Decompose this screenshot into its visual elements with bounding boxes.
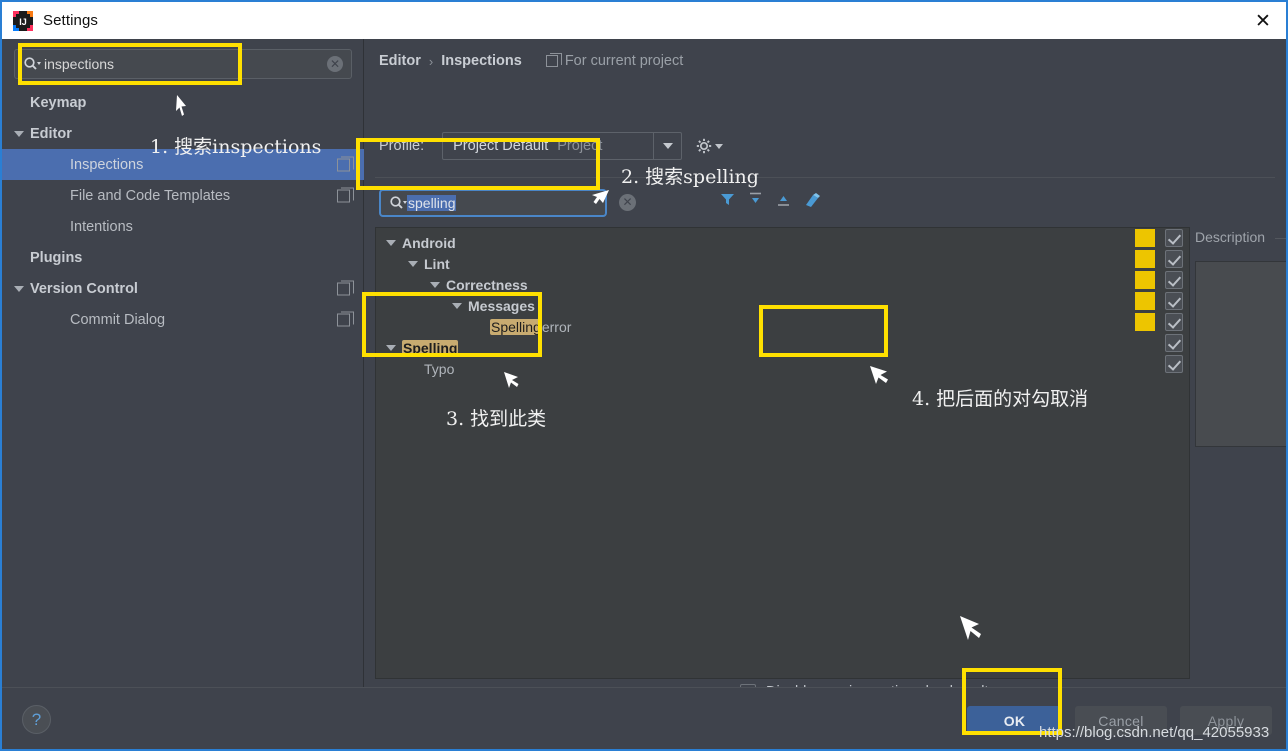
- annotation-box-4: [759, 305, 888, 357]
- sidebar-item-label: Inspections: [70, 156, 144, 173]
- severity-swatch[interactable]: [1135, 271, 1155, 289]
- inspection-filter-bar: spelling ✕: [379, 189, 1274, 219]
- description-content: [1195, 261, 1286, 447]
- chevron-down-icon[interactable]: [408, 260, 418, 267]
- inspection-search-value: spelling: [407, 195, 457, 211]
- cursor-arrow-4: [868, 364, 894, 395]
- inspection-enabled-checkbox[interactable]: [1165, 355, 1183, 373]
- filter-toolbar: [719, 191, 821, 213]
- annotation-step-2: 2. 搜索spelling: [621, 166, 759, 188]
- sidebar-item-label: Commit Dialog: [70, 311, 166, 328]
- breadcrumb: Editor › Inspections For current project: [379, 53, 683, 69]
- annotation-box-2: [356, 138, 600, 190]
- inspection-checkbox-column[interactable]: [1165, 229, 1185, 376]
- sidebar-item-version-control[interactable]: Version Control: [2, 273, 364, 304]
- collapse-all-icon[interactable]: [775, 191, 792, 213]
- severity-swatch[interactable]: [1135, 313, 1155, 331]
- inspection-tree-label: Correctness: [446, 276, 528, 293]
- severity-swatch-column: [1135, 229, 1155, 334]
- sidebar-item-label: Keymap: [30, 94, 87, 111]
- severity-swatch[interactable]: [1135, 292, 1155, 310]
- copy-icon: [337, 156, 354, 171]
- description-panel: Description: [1195, 229, 1286, 449]
- svg-text:IJ: IJ: [19, 17, 27, 27]
- breadcrumb-root[interactable]: Editor: [379, 53, 421, 69]
- inspection-enabled-checkbox[interactable]: [1165, 292, 1183, 310]
- reset-icon[interactable]: [803, 191, 821, 213]
- sidebar-item-plugins[interactable]: Plugins: [2, 242, 364, 273]
- sidebar-item-intentions[interactable]: Intentions: [2, 211, 364, 242]
- inspection-tree-row[interactable]: Lint: [376, 253, 1189, 274]
- copy-icon: [337, 311, 354, 326]
- cursor-arrow-2: [588, 188, 610, 213]
- chevron-down-icon[interactable]: [14, 285, 24, 292]
- gear-icon[interactable]: [696, 138, 724, 154]
- inspection-tree-row[interactable]: Android: [376, 232, 1189, 253]
- scope-indicator: For current project: [545, 53, 684, 69]
- cursor-arrow-5: [957, 614, 985, 651]
- intellij-idea-logo-icon: IJ: [12, 10, 34, 32]
- breadcrumb-separator-icon: ›: [428, 53, 434, 69]
- description-title: Description: [1195, 229, 1272, 245]
- inspection-enabled-checkbox[interactable]: [1165, 334, 1183, 352]
- annotation-box-3: [362, 292, 542, 357]
- cursor-arrow-3: [502, 370, 524, 397]
- chevron-down-icon[interactable]: [653, 133, 681, 159]
- clear-icon[interactable]: ✕: [327, 56, 343, 72]
- sidebar-item-commit-dialog[interactable]: Commit Dialog: [2, 304, 364, 335]
- copy-icon: [337, 280, 354, 295]
- inspection-enabled-checkbox[interactable]: [1165, 313, 1183, 331]
- breadcrumb-leaf: Inspections: [441, 53, 522, 69]
- clear-icon[interactable]: ✕: [619, 194, 636, 211]
- filter-icon[interactable]: [719, 191, 736, 213]
- inspection-tree-label: error: [541, 318, 572, 335]
- inspection-tree-row[interactable]: Typo: [376, 358, 1189, 379]
- inspection-tree-label: Android: [402, 234, 456, 251]
- expand-all-icon[interactable]: [747, 191, 764, 213]
- window-title: Settings: [43, 12, 98, 29]
- inspection-enabled-checkbox[interactable]: [1165, 229, 1183, 247]
- settings-dialog: IJ Settings ✕ inspections ✕ Keymap Editor…: [0, 0, 1288, 751]
- inspections-pane: Editor › Inspections For current project…: [365, 39, 1286, 700]
- cursor-arrow-1: [170, 94, 190, 125]
- scope-label: For current project: [564, 53, 684, 69]
- search-icon: [389, 195, 407, 211]
- severity-swatch[interactable]: [1135, 229, 1155, 247]
- inspection-tree-label: Lint: [424, 255, 450, 272]
- severity-swatch[interactable]: [1135, 250, 1155, 268]
- sidebar-item-label: File and Code Templates: [70, 187, 231, 204]
- inspection-enabled-checkbox[interactable]: [1165, 271, 1183, 289]
- help-icon[interactable]: ?: [22, 705, 51, 734]
- chevron-down-icon[interactable]: [386, 239, 396, 246]
- copy-icon: [545, 53, 562, 67]
- close-icon[interactable]: ✕: [1240, 2, 1286, 39]
- chevron-down-icon[interactable]: [430, 281, 440, 288]
- watermark: https://blog.csdn.net/qq_42055933: [1039, 724, 1270, 741]
- description-divider: [1275, 238, 1286, 239]
- sidebar-item-label: Plugins: [30, 249, 83, 266]
- inspection-tree-label: Typo: [424, 360, 455, 377]
- sidebar-item-file-and-code-templates[interactable]: File and Code Templates: [2, 180, 364, 211]
- annotation-step-1: 1. 搜索inspections: [150, 136, 322, 158]
- inspection-search-input[interactable]: spelling: [379, 189, 607, 217]
- sidebar-item-label: Editor: [30, 125, 72, 142]
- annotation-step-4: 4. 把后面的对勾取消: [912, 388, 1089, 410]
- title-bar: IJ Settings ✕: [2, 2, 1286, 39]
- annotation-box-1: [18, 43, 242, 85]
- chevron-down-icon[interactable]: [14, 130, 24, 137]
- sidebar-item-label: Intentions: [70, 218, 133, 235]
- annotation-step-3: 3. 找到此类: [446, 408, 547, 430]
- inspection-enabled-checkbox[interactable]: [1165, 250, 1183, 268]
- sidebar-item-label: Version Control: [30, 280, 138, 297]
- copy-icon: [337, 187, 354, 202]
